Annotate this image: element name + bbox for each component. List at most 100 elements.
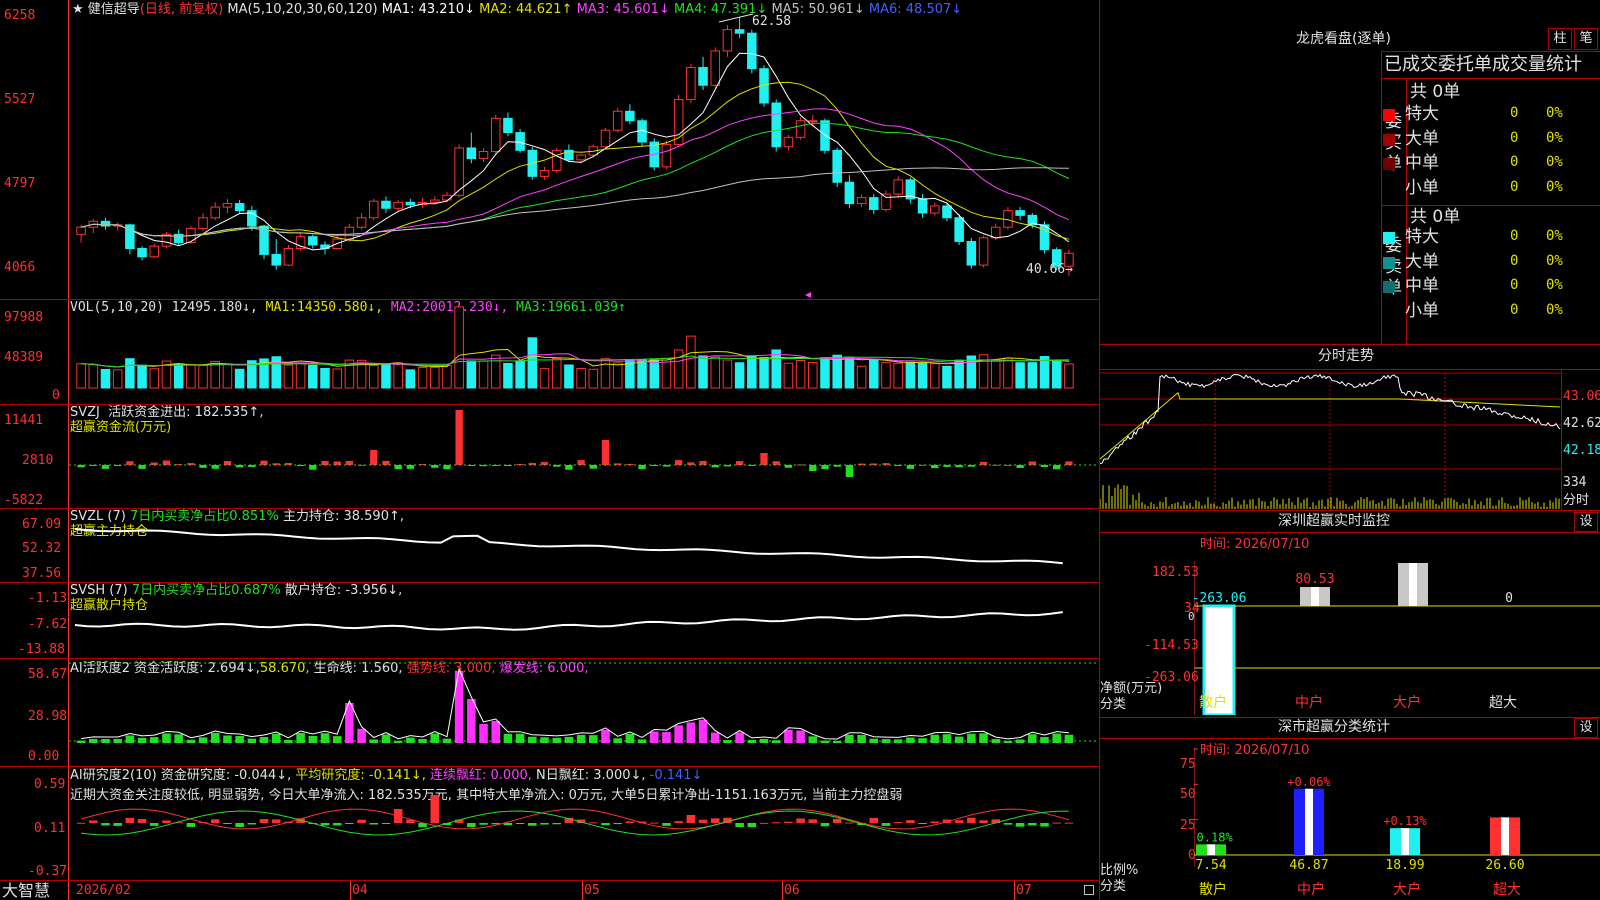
st-bar-shine-1: [1305, 788, 1313, 855]
air-bar: [747, 823, 757, 828]
volume-bar: [490, 354, 501, 389]
sell-row-pct: 0%: [1546, 301, 1563, 318]
volume-bar: [137, 364, 147, 389]
svzj-bar: [443, 465, 451, 470]
volume-bar: [515, 360, 525, 389]
buy-row-pct: 0%: [1546, 129, 1563, 146]
air-bar: [820, 823, 830, 827]
ai-bar: [796, 730, 805, 743]
longhu-divider-sub: [1382, 78, 1600, 79]
ma3-line: [80, 108, 1070, 237]
candle-body: [149, 245, 160, 258]
candle-body: [478, 151, 489, 160]
svzj-bar: [101, 465, 110, 469]
ai-active-chart[interactable]: [69, 659, 1099, 766]
candle-body: [978, 237, 989, 266]
high-label-pointer: [718, 13, 754, 23]
sz-stats-chart[interactable]: -0.18% 7.54 散户 +0.06% 46.87 中户 +0.13% 18.99 大户 26…: [1194, 747, 1600, 900]
candle-body: [173, 233, 184, 244]
candle-body: [271, 253, 281, 266]
air-bar: [552, 823, 561, 825]
volume-panel[interactable]: VOL(5,10,20) 12495.180↓, MA1:14350.580↓,…: [0, 300, 1099, 404]
air-bar: [345, 823, 354, 824]
air-bar: [1052, 822, 1061, 824]
ai-bar: [89, 738, 98, 743]
ai-bar: [308, 735, 318, 743]
month-label-1[interactable]: 04: [352, 883, 368, 898]
ai-bar: [552, 737, 561, 743]
volume-bar: [710, 356, 721, 389]
buy-row-swatch: [1383, 109, 1395, 121]
y-tick-svsh-1: -7.62: [28, 617, 68, 632]
month-tick-1: [350, 881, 351, 900]
sz-stats-settings-button[interactable]: 设: [1574, 718, 1598, 738]
air-bar: [1028, 823, 1037, 826]
month-label-4[interactable]: 07: [1016, 883, 1032, 898]
sz-monitor-chart[interactable]: -263.06 散户 80.53 中户 182.53 大户 0 超大: [1194, 561, 1600, 715]
sell-row-pct: 0%: [1546, 252, 1563, 269]
ai-bar: [259, 737, 269, 743]
svzj-bar: [809, 465, 817, 471]
ai-bar: [1015, 739, 1025, 743]
sz-monitor-panel[interactable]: 深圳超赢实时监控 设 时间: 2026/07/10 182.53 34 0 -1…: [1100, 511, 1600, 717]
buy-row-count: 0: [1510, 154, 1519, 170]
volume-bar: [990, 359, 1001, 389]
volume-bar: [332, 368, 342, 389]
candle-body: [795, 120, 806, 138]
ai-bar: [759, 738, 769, 743]
ai-bar: [662, 732, 671, 743]
ai-bar: [467, 699, 476, 743]
st-value-label-2: 18.99: [1385, 858, 1424, 873]
ai-bar: [418, 738, 427, 743]
svzl-chart[interactable]: [69, 509, 1099, 582]
ai-bar: [113, 738, 122, 743]
month-label-2[interactable]: 05: [584, 883, 600, 898]
month-label-0[interactable]: 2026/02: [76, 883, 131, 898]
svzj-chart[interactable]: [69, 405, 1099, 508]
intraday-panel[interactable]: 分时走势 43.06 42.62 42.18 334 分时: [1100, 345, 1600, 511]
candle-body: [856, 197, 867, 205]
svzj-bar: [906, 465, 915, 469]
volume-bar: [466, 360, 477, 389]
bar-mode-button[interactable]: 柱: [1548, 28, 1572, 50]
intraday-vol-label: 334: [1563, 475, 1587, 490]
st-value-label-3: 26.60: [1485, 858, 1524, 873]
lock-icon[interactable]: [1084, 885, 1094, 895]
ai-bar: [1040, 737, 1049, 743]
ai-bar: [1003, 740, 1013, 743]
air-bar: [76, 822, 86, 824]
y-tick-svsh-2: -13.88: [18, 642, 65, 657]
month-label-3[interactable]: 06: [784, 883, 800, 898]
sz-stats-category-label: 分类: [1100, 879, 1127, 894]
volume-chart[interactable]: [69, 300, 1099, 404]
sz-stats-title: 深市超赢分类统计: [1278, 719, 1390, 735]
intraday-chart[interactable]: [1100, 369, 1561, 511]
ai-bar: [954, 736, 964, 743]
price-panel[interactable]: ★ 健信超导(日线, 前复权) MA(5,10,20,30,60,120) MA…: [0, 0, 1099, 299]
intraday-tick-1: 42.62: [1563, 416, 1600, 431]
svsh-panel[interactable]: SVSH (7) 7日内买卖净占比0.687% 散户持仓: -3.956↓, 超…: [0, 583, 1099, 658]
svzj-bar: [565, 465, 573, 470]
buy-total: 共 0单: [1410, 82, 1461, 102]
sz-stats-panel[interactable]: 深市超赢分类统计 设 时间: 2026/07/10 75 50 25 0 比例%…: [1100, 717, 1600, 900]
ai-research-panel[interactable]: AI研究度2(10) 资金研究度: -0.044↓, 平均研究度: -0.141…: [0, 767, 1099, 880]
sell-row-count: 0: [1510, 252, 1519, 269]
sz-monitor-settings-button[interactable]: 设: [1574, 512, 1598, 532]
candle-body: [222, 203, 233, 208]
ai-bar: [771, 740, 781, 743]
svzj-panel[interactable]: SVZJ 活跃资金进出: 182.535↑, 超赢资金流(万元) 11441 2…: [0, 405, 1099, 508]
ai-bar: [1028, 734, 1037, 743]
candle-body: [625, 110, 635, 122]
candlestick-chart[interactable]: [69, 0, 1099, 299]
sz-y-tick-3: -114.53: [1144, 638, 1199, 653]
st-change-label-2: +0.13%: [1383, 814, 1427, 828]
ai-active-panel[interactable]: AI活跃度2 资金活跃度: 2.694↓,58.670, 生命线: 1.560,…: [0, 659, 1099, 766]
pen-mode-button[interactable]: 笔: [1574, 28, 1598, 50]
ai-research-chart[interactable]: [69, 767, 1099, 880]
candle-body: [722, 29, 733, 52]
svsh-chart[interactable]: [69, 583, 1099, 658]
ai-bar: [893, 739, 903, 743]
buy-row-swatch: [1383, 182, 1395, 195]
candle-body: [869, 197, 879, 210]
svzl-panel[interactable]: SVZL (7) 7日内买卖净占比0.851% 主力持仓: 38.590↑, 超…: [0, 509, 1099, 582]
